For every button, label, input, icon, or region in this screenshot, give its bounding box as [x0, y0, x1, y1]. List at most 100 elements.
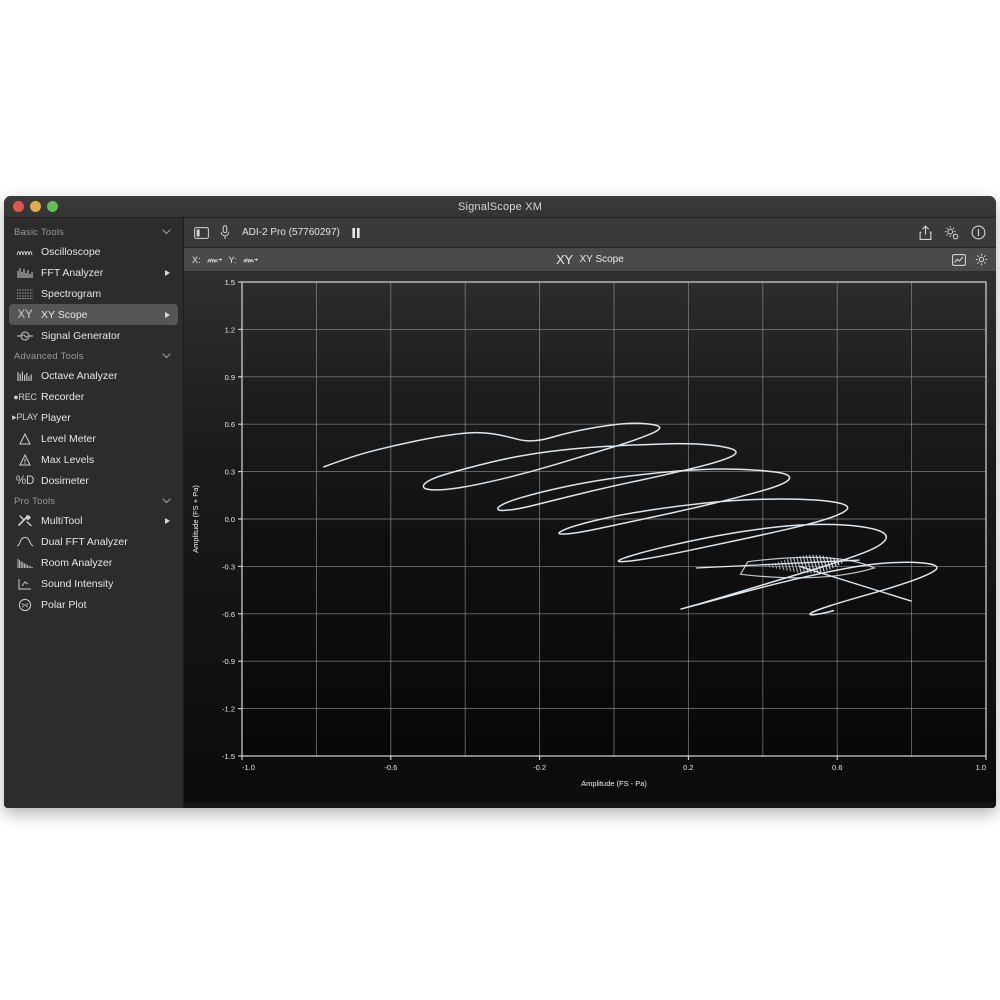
y-tick-label: 0.6	[225, 420, 235, 429]
microphone-icon[interactable]	[220, 225, 230, 240]
sidebar-item-sound-intensity[interactable]: Sound Intensity	[9, 573, 178, 594]
sidebar-item-player[interactable]: ▸PLAY Player	[9, 407, 178, 428]
dual-fft-icon	[14, 535, 36, 549]
device-label[interactable]: ADI-2 Pro (57760297)	[242, 227, 340, 238]
sidebar-item-label: Octave Analyzer	[41, 370, 117, 382]
xy-mode-glyph: XY	[556, 252, 572, 267]
sidebar-item-label: FFT Analyzer	[41, 267, 103, 279]
chevron-down-icon[interactable]	[162, 497, 171, 506]
triangle-icon	[14, 432, 36, 446]
sidebar-item-label: Max Levels	[41, 454, 94, 466]
sidebar-item-oscilloscope[interactable]: Oscilloscope	[9, 241, 178, 262]
x-tick-label: -0.6	[384, 763, 397, 772]
sidebar-item-signal-generator[interactable]: Signal Generator	[9, 325, 178, 346]
rec-text-icon: ●REC	[14, 390, 36, 404]
gear-icon[interactable]	[975, 253, 988, 266]
y-tick-label: -0.9	[222, 657, 235, 666]
graph-box-icon[interactable]	[952, 254, 966, 266]
waveform-source-icon[interactable]	[243, 254, 259, 265]
sidebar-item-label: Level Meter	[41, 433, 96, 445]
chevron-down-icon[interactable]	[162, 228, 171, 237]
fft-bars-icon	[14, 266, 36, 280]
sidebar-item-label: MultiTool	[41, 515, 82, 527]
x-tick-label: -0.2	[533, 763, 546, 772]
sidebar-item-multitool[interactable]: MultiTool	[9, 510, 178, 531]
pause-icon[interactable]	[351, 227, 361, 239]
sidebar-item-label: Sound Intensity	[41, 578, 113, 590]
sidebar-item-label: Recorder	[41, 391, 84, 403]
sidebar-section-label: Advanced Tools	[14, 351, 84, 362]
submenu-arrow-icon[interactable]	[165, 312, 170, 318]
app-toolbar: ADI-2 Pro (57760297)	[184, 218, 996, 248]
y-tick-label: -0.6	[222, 610, 235, 619]
signal-generator-icon	[14, 329, 36, 343]
sidebar-item-label: Oscilloscope	[41, 246, 101, 258]
app-window: SignalScope XM Basic Tools Oscilloscope	[4, 196, 996, 808]
gear-badge-icon[interactable]	[943, 225, 960, 241]
y-tick-label: -0.3	[222, 562, 235, 571]
sidebar-item-max-levels[interactable]: Max Levels	[9, 449, 178, 470]
scope-toolbar-right	[952, 253, 988, 266]
sidebar-item-octave-analyzer[interactable]: Octave Analyzer	[9, 365, 178, 386]
sidebar-section-label: Pro Tools	[14, 496, 55, 507]
sidebar-section-pro-tools[interactable]: Pro Tools	[4, 491, 183, 510]
sidebar-item-dual-fft-analyzer[interactable]: Dual FFT Analyzer	[9, 531, 178, 552]
sidebar-item-polar-plot[interactable]: Polar Plot	[9, 594, 178, 615]
x-axis-title: Amplitude (FS - Pa)	[581, 779, 647, 788]
plot-layer: 1.51.20.90.60.30.0-0.3-0.6-0.9-1.2-1.5-1…	[191, 278, 986, 788]
xy-text-icon: XY	[14, 308, 36, 322]
xy-plot-svg: 1.51.20.90.60.30.0-0.3-0.6-0.9-1.2-1.5-1…	[184, 272, 996, 802]
x-source-label: X:	[192, 255, 201, 265]
sound-intensity-icon	[14, 577, 36, 591]
chevron-down-icon[interactable]	[162, 352, 171, 361]
sidebar-item-label: Dosimeter	[41, 475, 89, 487]
y-tick-label: -1.2	[222, 705, 235, 714]
scope-title: XY Scope	[580, 254, 624, 265]
polar-plot-icon	[14, 598, 36, 612]
burst-stroke	[769, 565, 770, 568]
y-tick-label: -1.5	[222, 752, 235, 761]
sidebar-item-fft-analyzer[interactable]: FFT Analyzer	[9, 262, 178, 283]
waveform-icon	[14, 245, 36, 259]
waveform-source-icon[interactable]	[207, 254, 223, 265]
sidebar: Basic Tools Oscilloscope FFT Analyzer	[4, 218, 184, 808]
main-panel: ADI-2 Pro (57760297) X:	[184, 218, 996, 808]
sidebar-item-recorder[interactable]: ●REC Recorder	[9, 386, 178, 407]
sidebar-section-advanced-tools[interactable]: Advanced Tools	[4, 346, 183, 365]
submenu-arrow-icon[interactable]	[165, 270, 170, 276]
y-source-label: Y:	[229, 255, 237, 265]
sidebar-section-basic-tools[interactable]: Basic Tools	[4, 222, 183, 241]
sidebar-item-xy-scope[interactable]: XY XY Scope	[9, 304, 178, 325]
sidebar-section-label: Basic Tools	[14, 227, 64, 238]
sidebar-item-label: Player	[41, 412, 71, 424]
percent-d-icon: %D	[14, 474, 36, 488]
window-titlebar: SignalScope XM	[4, 196, 996, 218]
info-icon[interactable]	[971, 225, 986, 240]
sidebar-item-room-analyzer[interactable]: Room Analyzer	[9, 552, 178, 573]
y-tick-label: 0.9	[225, 373, 235, 382]
room-decay-icon	[14, 556, 36, 570]
x-tick-label: -1.0	[242, 763, 255, 772]
window-body: Basic Tools Oscilloscope FFT Analyzer	[4, 218, 996, 808]
sidebar-item-label: Polar Plot	[41, 599, 87, 611]
share-icon[interactable]	[919, 225, 932, 241]
sidebar-item-label: XY Scope	[41, 309, 88, 321]
multitool-icon	[14, 514, 36, 528]
y-tick-label: 1.2	[225, 325, 235, 334]
x-tick-label: 1.0	[976, 763, 986, 772]
y-tick-label: 0.0	[225, 515, 235, 524]
y-axis-title: Amplitude (FS + Pa)	[191, 485, 200, 553]
sidebar-item-label: Spectrogram	[41, 288, 101, 300]
sidebar-item-dosimeter[interactable]: %D Dosimeter	[9, 470, 178, 491]
spectrogram-icon	[14, 287, 36, 301]
scope-toolbar: X: Y: XY XY Scope	[184, 248, 996, 272]
sidebar-item-spectrogram[interactable]: Spectrogram	[9, 283, 178, 304]
sidebar-toggle-icon[interactable]	[194, 227, 209, 239]
window-title: SignalScope XM	[4, 201, 996, 213]
xy-scope-chart[interactable]: 1.51.20.90.60.30.0-0.3-0.6-0.9-1.2-1.5-1…	[184, 272, 996, 808]
sidebar-item-level-meter[interactable]: Level Meter	[9, 428, 178, 449]
warning-icon	[14, 453, 36, 467]
sidebar-item-label: Signal Generator	[41, 330, 120, 342]
x-tick-label: 0.6	[832, 763, 842, 772]
submenu-arrow-icon[interactable]	[165, 518, 170, 524]
